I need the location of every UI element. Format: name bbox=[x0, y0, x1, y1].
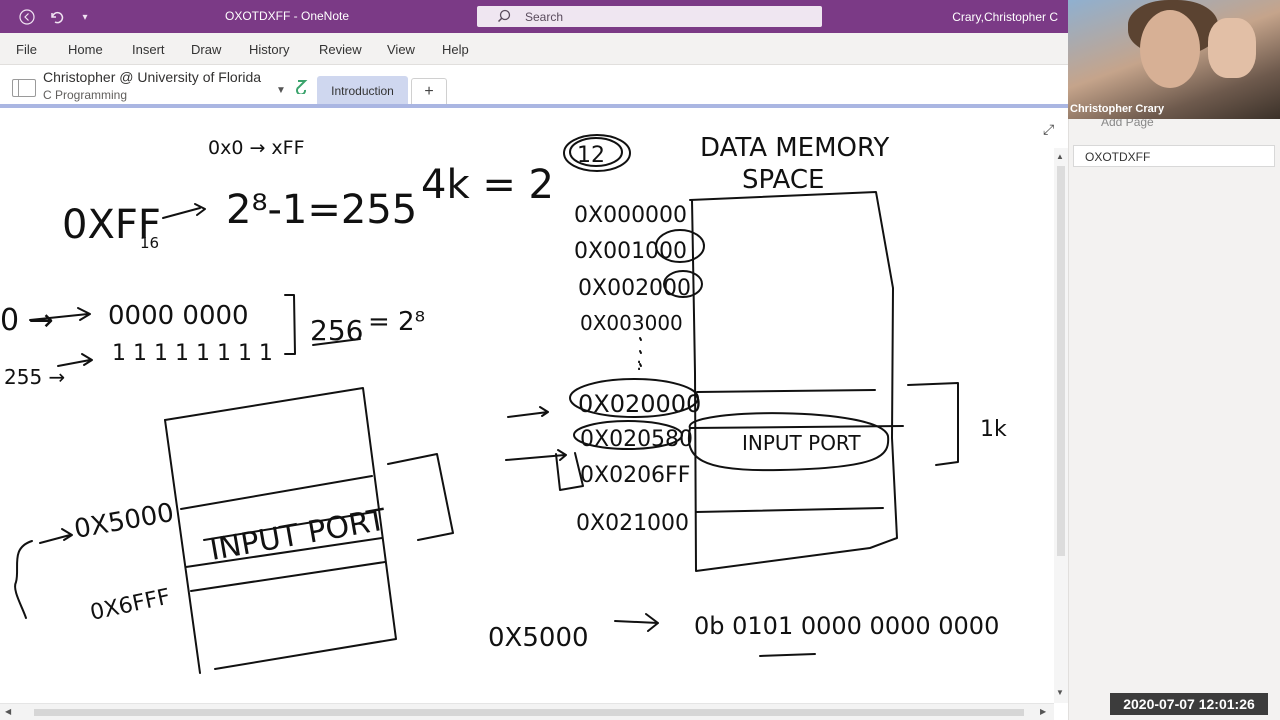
ink-input-port: INPUT PORT bbox=[742, 431, 861, 455]
ink-mem-title-2: SPACE bbox=[742, 165, 824, 195]
back-icon[interactable] bbox=[18, 8, 36, 26]
expand-icon[interactable]: ⤢ bbox=[1043, 121, 1054, 138]
notebook-bar: Christopher @ University of Florida C Pr… bbox=[0, 65, 1068, 107]
ink-255: 255 → bbox=[4, 365, 65, 389]
ink-zero-arrow: 0 → bbox=[0, 303, 54, 338]
scroll-right-icon[interactable]: ▶ bbox=[1040, 707, 1046, 716]
notebook-icon[interactable] bbox=[12, 79, 36, 97]
chevron-down-icon[interactable]: ▼ bbox=[276, 85, 286, 96]
ink-mem-title-1: DATA MEMORY bbox=[700, 133, 889, 163]
menu-draw[interactable]: Draw bbox=[191, 42, 221, 57]
ink-input-port-small: INPUT PORT bbox=[207, 502, 389, 567]
page-list-pane: Add Page OXOTDXFF bbox=[1068, 108, 1280, 720]
search-placeholder: Search bbox=[525, 10, 564, 24]
ink-address: 0X020580 bbox=[580, 427, 693, 452]
ink-bits1: 1 1 1 1 1 1 1 1 bbox=[112, 341, 273, 366]
add-section-button[interactable]: + bbox=[411, 78, 447, 106]
recording-timestamp: 2020-07-07 12:01:26 bbox=[1110, 693, 1268, 715]
sync-icon[interactable] bbox=[296, 78, 308, 98]
ink-pow-eq: 2⁸-1=255 bbox=[226, 187, 417, 233]
ink-four-k: 4k = 2 bbox=[421, 162, 554, 208]
search-box[interactable]: Search bbox=[477, 6, 822, 27]
scroll-left-icon[interactable]: ◀ bbox=[5, 707, 11, 716]
undo-icon[interactable] bbox=[47, 8, 65, 26]
section-name[interactable]: C Programming bbox=[43, 88, 127, 102]
video-person bbox=[1208, 18, 1256, 78]
ink-addr-5000: 0X5000 bbox=[72, 498, 176, 545]
ribbon-tabs: File Home Insert Draw History Review Vie… bbox=[0, 33, 1068, 65]
menu-history[interactable]: History bbox=[249, 42, 289, 57]
ink-conv-bin: 0b 0101 0000 0000 0000 bbox=[694, 612, 999, 640]
menu-review[interactable]: Review bbox=[319, 42, 362, 57]
ink-address: : bbox=[636, 354, 642, 375]
ink-eq-28: = 2⁸ bbox=[368, 307, 425, 337]
ink-1k: 1k bbox=[980, 417, 1007, 442]
ink-conv-left: 0X5000 bbox=[488, 623, 589, 653]
participant-name: Christopher Crary bbox=[1070, 103, 1165, 115]
ink-address: 0X021000 bbox=[576, 511, 689, 536]
section-tab-introduction[interactable]: Introduction bbox=[317, 76, 408, 106]
ink-address: 0X020000 bbox=[578, 390, 701, 418]
menu-file[interactable]: File bbox=[16, 42, 37, 57]
ink-exp12: 12 bbox=[577, 143, 605, 168]
scroll-down-icon[interactable]: ▼ bbox=[1056, 688, 1064, 697]
horizontal-scrollbar[interactable]: ◀ ▶ bbox=[0, 703, 1054, 720]
notebook-name[interactable]: Christopher @ University of Florida bbox=[43, 69, 261, 85]
vertical-scrollbar[interactable]: ▲ ▼ bbox=[1054, 148, 1068, 703]
ink-address: 0X002000 bbox=[578, 276, 691, 301]
ink-address: 0X003000 bbox=[580, 311, 683, 335]
ink-address: 0X000000 bbox=[574, 203, 687, 228]
menu-insert[interactable]: Insert bbox=[132, 42, 165, 57]
ink-top-note: 0x0 → xFF bbox=[208, 137, 305, 159]
menu-home[interactable]: Home bbox=[68, 42, 103, 57]
scroll-up-icon[interactable]: ▲ bbox=[1056, 152, 1064, 161]
page-canvas[interactable]: 0x0 → xFF 0XFF 16 2⁸-1=255 4k = 2 12 0 →… bbox=[0, 108, 1054, 703]
menu-view[interactable]: View bbox=[387, 42, 415, 57]
menu-help[interactable]: Help bbox=[442, 42, 469, 57]
ink-address: 0X001000 bbox=[574, 239, 687, 264]
webcam-video: Christopher Crary bbox=[1068, 0, 1280, 119]
ink-bits0: 0000 0000 bbox=[108, 301, 249, 331]
customize-toolbar-icon[interactable]: ▾ bbox=[76, 8, 94, 26]
scroll-thumb[interactable] bbox=[34, 709, 1024, 716]
account-name[interactable]: Crary,Christopher C bbox=[952, 10, 1058, 24]
search-icon bbox=[497, 9, 511, 26]
video-person bbox=[1140, 10, 1200, 88]
scroll-thumb[interactable] bbox=[1057, 166, 1065, 556]
ink-256: 256 bbox=[310, 314, 363, 347]
ink-base: 16 bbox=[140, 234, 159, 252]
document-title: OXOTDXFF - OneNote bbox=[225, 9, 350, 23]
ink-addr-6fff: 0X6FFF bbox=[88, 585, 172, 626]
page-item[interactable]: OXOTDXFF bbox=[1073, 145, 1275, 167]
ink-drawing: 0x0 → xFF 0XFF 16 2⁸-1=255 4k = 2 12 0 →… bbox=[0, 133, 1007, 674]
ink-address: 0X0206FF bbox=[580, 463, 690, 488]
